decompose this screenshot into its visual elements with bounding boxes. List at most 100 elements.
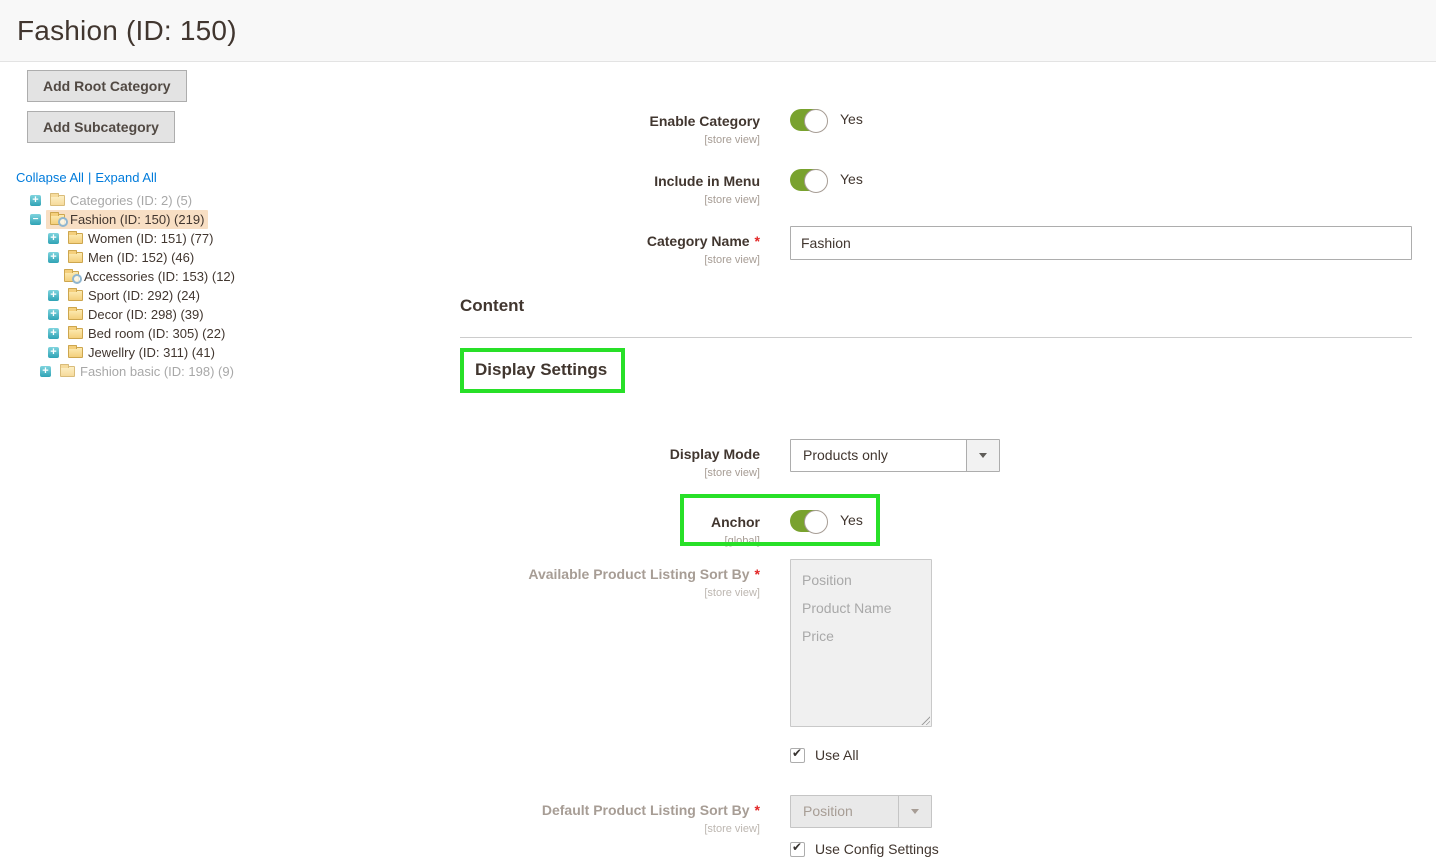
default-sort-label: Default Product Listing Sort By*: [542, 802, 760, 818]
tree-node-women: Women (ID: 151) (77): [14, 229, 445, 248]
resize-handle-icon[interactable]: [920, 715, 930, 725]
use-config-checkbox[interactable]: [790, 842, 805, 857]
content-section-title[interactable]: Content: [460, 296, 1412, 316]
required-asterisk: *: [755, 802, 760, 818]
folder-icon: [68, 233, 83, 244]
expand-icon[interactable]: [48, 328, 59, 339]
enable-category-label: Enable Category: [650, 113, 760, 129]
available-sort-label: Available Product Listing Sort By*: [528, 566, 760, 582]
scope-note: [store view]: [460, 467, 760, 479]
collapse-all-link[interactable]: Collapse All: [16, 170, 84, 185]
enable-category-value: Yes: [840, 106, 863, 127]
folder-open-icon: [64, 271, 79, 282]
tree-node-label[interactable]: Jewellry (ID: 311) (41): [88, 345, 215, 360]
tree-node-label[interactable]: Men (ID: 152) (46): [88, 250, 194, 265]
field-include-in-menu: Include in Menu [store view] Yes: [460, 166, 1412, 206]
chevron-down-icon[interactable]: [966, 440, 999, 471]
use-config-label: Use Config Settings: [815, 841, 939, 857]
anchor-value: Yes: [840, 507, 863, 528]
add-subcategory-button[interactable]: Add Subcategory: [27, 111, 175, 143]
section-divider: [460, 337, 1412, 338]
folder-icon: [68, 290, 83, 301]
tree-node-decor: Decor (ID: 298) (39): [14, 305, 445, 324]
category-tree-panel: Add Root Category Add Subcategory Collap…: [0, 70, 445, 857]
display-mode-select[interactable]: Products only: [790, 439, 1000, 472]
tree-node-sport: Sport (ID: 292) (24): [14, 286, 445, 305]
default-sort-select: Position: [790, 795, 932, 828]
category-name-label: Category Name*: [647, 233, 760, 249]
folder-icon: [68, 309, 83, 320]
expand-all-link[interactable]: Expand All: [95, 170, 156, 185]
annotation-box-display-settings: Display Settings: [460, 348, 625, 393]
enable-category-toggle[interactable]: [790, 109, 827, 131]
tree-node-fashion: Fashion (ID: 150) (219): [14, 210, 445, 229]
anchor-label: Anchor: [711, 514, 760, 530]
multiselect-option: Product Name: [791, 594, 931, 622]
field-display-mode: Display Mode [store view] Products only: [460, 439, 1412, 479]
folder-icon: [60, 366, 75, 377]
tree-node-label[interactable]: Accessories (ID: 153) (12): [84, 269, 235, 284]
add-root-category-button[interactable]: Add Root Category: [27, 70, 187, 102]
field-category-name: Category Name* [store view]: [460, 226, 1412, 266]
expand-icon[interactable]: [48, 290, 59, 301]
required-asterisk: *: [755, 233, 760, 249]
category-form: Enable Category [store view] Yes Include…: [445, 70, 1436, 857]
scope-note: [store view]: [460, 134, 760, 146]
chevron-down-icon: [898, 796, 931, 827]
expand-icon[interactable]: [48, 252, 59, 263]
tree-node-label[interactable]: Decor (ID: 298) (39): [88, 307, 204, 322]
scope-note: [store view]: [460, 194, 760, 206]
field-enable-category: Enable Category [store view] Yes: [460, 106, 1412, 146]
tree-node-jewellry: Jewellry (ID: 311) (41): [14, 343, 445, 362]
include-in-menu-value: Yes: [840, 166, 863, 187]
tree-node-label[interactable]: Bed room (ID: 305) (22): [88, 326, 225, 341]
use-all-row: Use All: [790, 747, 859, 763]
tree-node-categories: Categories (ID: 2) (5): [14, 191, 445, 210]
scope-note: [store view]: [460, 587, 760, 599]
folder-icon: [50, 195, 65, 206]
folder-icon: [68, 328, 83, 339]
content-section: Content: [460, 296, 1412, 338]
tree-node-label[interactable]: Women (ID: 151) (77): [88, 231, 213, 246]
tree-node-bed-room: Bed room (ID: 305) (22): [14, 324, 445, 343]
collapse-icon[interactable]: [30, 214, 41, 225]
use-all-label: Use All: [815, 747, 859, 763]
use-config-row: Use Config Settings: [790, 841, 939, 857]
tree-node-label[interactable]: Fashion (ID: 150) (219): [70, 212, 204, 227]
tree-controls: Collapse All|Expand All: [16, 170, 445, 185]
expand-icon[interactable]: [48, 347, 59, 358]
display-mode-label: Display Mode: [670, 446, 760, 462]
tree-node-label[interactable]: Fashion basic (ID: 198) (9): [80, 364, 234, 379]
main-content: Add Root Category Add Subcategory Collap…: [0, 62, 1436, 857]
scope-note: [global]: [460, 535, 760, 547]
category-tree: Categories (ID: 2) (5) Fashion (ID: 150)…: [14, 191, 445, 381]
tree-node-men: Men (ID: 152) (46): [14, 248, 445, 267]
display-mode-selected-value: Products only: [791, 440, 966, 471]
display-settings-section: Display Settings: [460, 348, 1412, 393]
include-in-menu-toggle[interactable]: [790, 169, 827, 191]
tree-node-label[interactable]: Categories (ID: 2) (5): [70, 193, 192, 208]
default-sort-selected-value: Position: [791, 796, 898, 827]
tree-node-label[interactable]: Sport (ID: 292) (24): [88, 288, 200, 303]
expand-icon[interactable]: [30, 195, 41, 206]
anchor-toggle[interactable]: [790, 510, 827, 532]
tree-node-accessories: Accessories (ID: 153) (12): [14, 267, 445, 286]
folder-icon: [68, 252, 83, 263]
page-title: Fashion (ID: 150): [17, 15, 237, 47]
folder-open-icon: [50, 214, 65, 225]
required-asterisk: *: [755, 566, 760, 582]
expand-icon[interactable]: [48, 233, 59, 244]
tree-node-fashion-basic: Fashion basic (ID: 198) (9): [14, 362, 445, 381]
expand-icon[interactable]: [48, 309, 59, 320]
field-default-sort: Default Product Listing Sort By* [store …: [460, 795, 1412, 857]
use-all-checkbox[interactable]: [790, 748, 805, 763]
available-sort-multiselect: Position Product Name Price: [790, 559, 932, 727]
multiselect-option: Position: [791, 566, 931, 594]
expand-icon[interactable]: [40, 366, 51, 377]
scope-note: [store view]: [460, 823, 760, 835]
display-settings-title[interactable]: Display Settings: [475, 360, 607, 380]
folder-icon: [68, 347, 83, 358]
field-available-sort: Available Product Listing Sort By* [stor…: [460, 559, 1412, 763]
category-name-input[interactable]: [790, 226, 1412, 260]
page-header: Fashion (ID: 150): [0, 0, 1436, 62]
